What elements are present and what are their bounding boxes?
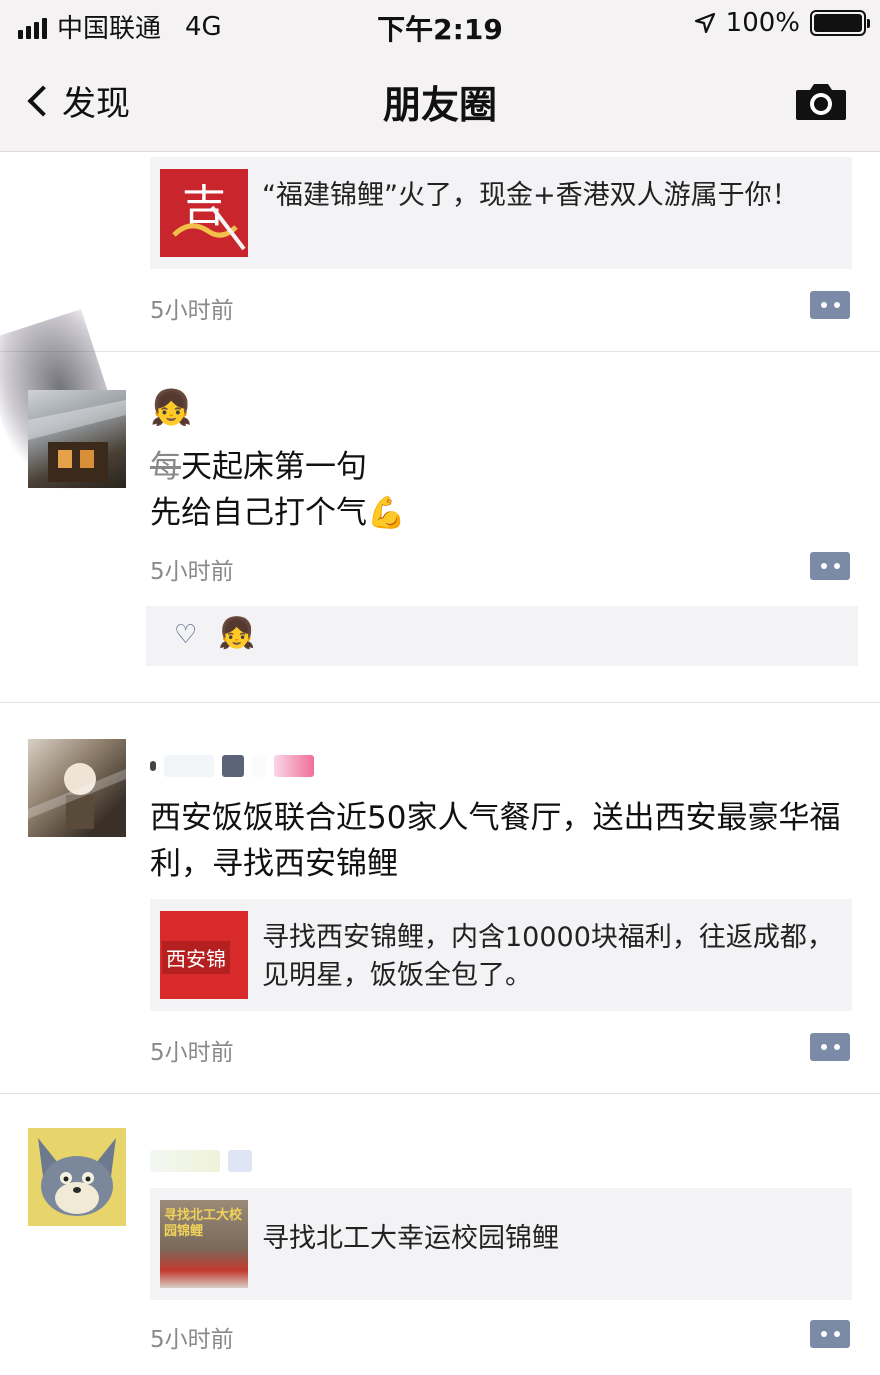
location-arrow-icon	[694, 12, 715, 34]
post-time: 5小时前	[150, 559, 234, 585]
avatar[interactable]	[28, 739, 126, 837]
link-title: 寻找北工大幸运校园锦鲤	[262, 1223, 559, 1254]
link-thumbnail: 寻找北工大校园锦鲤	[160, 1200, 248, 1288]
camera-icon[interactable]	[794, 80, 848, 122]
user-name-blurred[interactable]	[150, 1146, 252, 1176]
more-actions-button[interactable]	[810, 1320, 850, 1348]
more-actions-button[interactable]	[810, 552, 850, 580]
post-2: 👧 每天起床第一句 先给自己打个气💪 5小时前 ♡ 👧	[0, 309, 880, 702]
user-name-blurred[interactable]	[150, 751, 314, 781]
link-thumbnail: 西安锦	[160, 911, 248, 999]
post-text-line1: 天起床第一句	[181, 449, 367, 485]
shared-link-card[interactable]: 西安锦 寻找西安锦鲤，内含10000块福利，往返成都，见明星，饭饭全包了。	[150, 899, 852, 1011]
post-1: 吉 “福建锦鲤”火了，现金+香港双人游属于你！ 5小时前	[0, 153, 880, 353]
avatar-photo	[28, 400, 126, 482]
koi-logo-icon: 吉	[160, 169, 248, 257]
post-time: 5小时前	[150, 1040, 234, 1066]
link-thumbnail: 吉	[160, 169, 248, 257]
post-text: 每天起床第一句 先给自己打个气💪	[150, 444, 850, 536]
post-time: 5小时前	[150, 298, 234, 324]
page-title: 朋友圈	[382, 83, 497, 127]
liker-avatar[interactable]: 👧	[218, 616, 255, 651]
more-actions-button[interactable]	[810, 291, 850, 319]
status-right: 100%	[694, 8, 870, 38]
avatar-photo	[28, 763, 126, 829]
post-time: 5小时前	[150, 1327, 234, 1353]
likes-box: ♡ 👧	[146, 606, 858, 666]
post-4: 寻找北工大校园锦鲤 寻找北工大幸运校园锦鲤 5小时前	[0, 1094, 880, 1375]
post-text: 西安饭饭联合近50家人气餐厅，送出西安最豪华福利，寻找西安锦鲤	[150, 800, 841, 882]
post-text-strike: 每	[150, 449, 181, 485]
link-thumbnail-label: 寻找北工大校园锦鲤	[164, 1208, 243, 1239]
tom-cat-avatar	[28, 1128, 126, 1226]
battery-percent: 100%	[725, 8, 800, 38]
link-thumbnail-label: 西安锦	[162, 941, 230, 974]
moments-feed: 吉 “福建锦鲤”火了，现金+香港双人游属于你！ 5小时前 👧 每天起床第一句 先…	[0, 153, 880, 1375]
avatar[interactable]	[28, 390, 126, 488]
emoji-muscle: 💪	[367, 495, 406, 531]
shared-link-card[interactable]: 寻找北工大校园锦鲤 寻找北工大幸运校园锦鲤	[150, 1188, 852, 1300]
post-3: 西安饭饭联合近50家人气餐厅，送出西安最豪华福利，寻找西安锦鲤 西安锦 寻找西安…	[0, 703, 880, 1093]
battery-icon	[810, 10, 870, 36]
avatar[interactable]	[28, 1128, 126, 1226]
emoji-girl: 👧	[150, 388, 193, 428]
status-bar: 中国联通 4G 下午2:19 100%	[0, 0, 880, 52]
nav-bar: 发现 朋友圈	[0, 52, 880, 152]
link-title: 寻找西安锦鲤，内含10000块福利，往返成都，见明星，饭饭全包了。	[262, 922, 834, 991]
post-text-line2: 先给自己打个气	[150, 495, 367, 531]
more-actions-button[interactable]	[810, 1033, 850, 1061]
heart-icon: ♡	[174, 620, 198, 650]
link-title: “福建锦鲤”火了，现金+香港双人游属于你！	[262, 180, 799, 211]
shared-link-card[interactable]: 吉 “福建锦鲤”火了，现金+香港双人游属于你！	[150, 157, 852, 269]
